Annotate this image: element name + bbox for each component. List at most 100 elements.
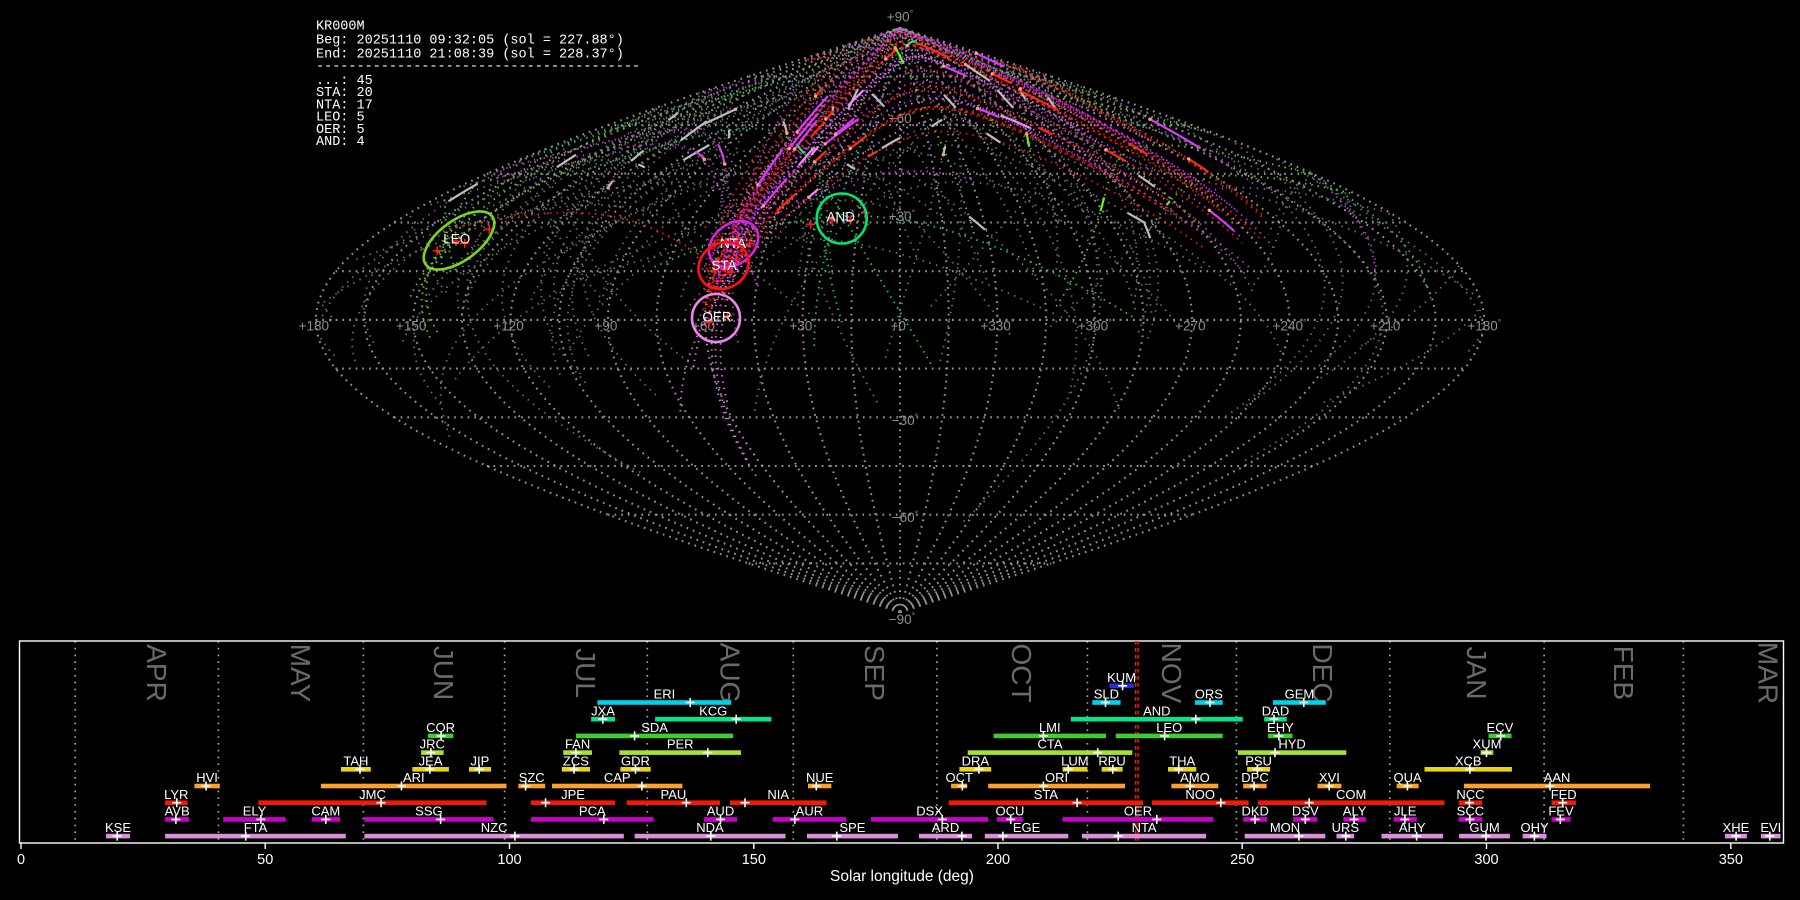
svg-text:+30°: +30°: [789, 318, 816, 334]
svg-text:RPU: RPU: [1098, 753, 1125, 768]
svg-text:ORS: ORS: [1195, 687, 1224, 702]
svg-text:+180°: +180°: [299, 318, 333, 334]
svg-text:GEM: GEM: [1285, 687, 1315, 702]
svg-text:0: 0: [17, 852, 25, 868]
svg-text:+330°: +330°: [980, 318, 1014, 334]
svg-text:JAN: JAN: [1461, 647, 1492, 700]
svg-text:CAM: CAM: [311, 804, 340, 819]
svg-text:OCU: OCU: [996, 804, 1025, 819]
svg-text:PCA: PCA: [579, 804, 606, 819]
svg-text:KUM: KUM: [1107, 670, 1136, 685]
svg-text:APR: APR: [141, 644, 172, 702]
svg-text:COR: COR: [426, 720, 455, 735]
svg-text:SLD: SLD: [1094, 687, 1119, 702]
svg-text:−60°: −60°: [892, 509, 919, 525]
svg-text:DAD: DAD: [1262, 703, 1289, 718]
svg-text:NDA: NDA: [696, 820, 724, 835]
svg-text:ORI: ORI: [1045, 770, 1068, 785]
svg-text:ELY: ELY: [243, 804, 267, 819]
svg-text:ECV: ECV: [1487, 720, 1514, 735]
svg-text:EVI: EVI: [1760, 820, 1781, 835]
svg-text:STA: STA: [1034, 787, 1059, 802]
svg-text:+240°: +240°: [1273, 318, 1307, 334]
svg-text:AUR: AUR: [796, 804, 823, 819]
svg-text:NUE: NUE: [806, 770, 834, 785]
svg-text:JPE: JPE: [561, 787, 585, 802]
svg-text:300: 300: [1474, 852, 1498, 868]
svg-text:OER: OER: [1124, 804, 1152, 819]
svg-text:+90°: +90°: [595, 318, 622, 334]
svg-text:KCG: KCG: [699, 703, 727, 718]
svg-text:DSX: DSX: [916, 804, 943, 819]
svg-text:AND: AND: [1143, 703, 1170, 718]
svg-text:OCT: OCT: [945, 770, 973, 785]
svg-text:PSU: PSU: [1245, 753, 1272, 768]
svg-text:CAP: CAP: [604, 770, 631, 785]
svg-text:JRC: JRC: [420, 737, 445, 752]
svg-text:+210°: +210°: [1370, 318, 1404, 334]
svg-text:EHY: EHY: [1267, 720, 1294, 735]
svg-text:URS: URS: [1332, 820, 1360, 835]
svg-text:XVI: XVI: [1319, 770, 1340, 785]
svg-text:EGE: EGE: [1013, 820, 1041, 835]
svg-text:GDR: GDR: [621, 753, 650, 768]
svg-text:SZC: SZC: [519, 770, 545, 785]
svg-text:50: 50: [257, 852, 273, 868]
svg-text:MAR: MAR: [1753, 642, 1784, 704]
svg-text:JMC: JMC: [359, 787, 386, 802]
svg-text:100: 100: [497, 852, 521, 868]
svg-text:XHE: XHE: [1723, 820, 1750, 835]
svg-text:150: 150: [742, 852, 766, 868]
svg-text:QUA: QUA: [1394, 770, 1423, 785]
svg-text:JXA: JXA: [591, 703, 615, 718]
svg-text:PER: PER: [667, 737, 694, 752]
svg-text:+120°: +120°: [493, 318, 527, 334]
svg-text:NIA: NIA: [767, 787, 789, 802]
svg-text:AUD: AUD: [707, 804, 734, 819]
svg-text:CTA: CTA: [1037, 737, 1062, 752]
svg-text:NCC: NCC: [1456, 787, 1484, 802]
svg-text:LEO: LEO: [443, 232, 470, 247]
svg-text:OHY: OHY: [1521, 820, 1550, 835]
svg-text:SCC: SCC: [1457, 804, 1484, 819]
svg-text:OER: OER: [702, 310, 732, 325]
svg-text:GUM: GUM: [1469, 820, 1499, 835]
svg-text:+270°: +270°: [1175, 318, 1209, 334]
svg-text:AHY: AHY: [1399, 820, 1426, 835]
svg-text:ARI: ARI: [403, 770, 425, 785]
svg-text:COM: COM: [1336, 787, 1366, 802]
svg-text:350: 350: [1719, 852, 1743, 868]
svg-text:Beg: 20251110 09:32:05 (sol =: Beg: 20251110 09:32:05 (sol = 227.88°): [316, 34, 624, 49]
svg-text:ALY: ALY: [1343, 804, 1367, 819]
svg-text:KSE: KSE: [105, 820, 131, 835]
svg-text:AMO: AMO: [1180, 770, 1210, 785]
svg-text:LMI: LMI: [1039, 720, 1061, 735]
svg-text:NOO: NOO: [1185, 787, 1215, 802]
svg-text:DKD: DKD: [1241, 804, 1268, 819]
svg-text:SEP: SEP: [859, 645, 890, 701]
svg-text:XCB: XCB: [1455, 753, 1482, 768]
svg-text:Solar longitude (deg): Solar longitude (deg): [830, 868, 974, 885]
svg-text:−90°: −90°: [889, 611, 916, 627]
svg-text:JLE: JLE: [1394, 804, 1417, 819]
svg-text:FEV: FEV: [1548, 804, 1574, 819]
svg-text:ARD: ARD: [932, 820, 959, 835]
svg-text:+30°: +30°: [889, 208, 916, 224]
svg-text:SDA: SDA: [641, 720, 668, 735]
svg-text:NZC: NZC: [481, 820, 508, 835]
svg-text:JEA: JEA: [419, 753, 443, 768]
svg-text:AND: AND: [827, 209, 856, 224]
svg-text:MAY: MAY: [285, 644, 316, 703]
svg-text:FED: FED: [1551, 787, 1577, 802]
svg-text:FTA: FTA: [244, 820, 268, 835]
svg-text:200: 200: [986, 852, 1010, 868]
svg-text:ZCS: ZCS: [563, 753, 589, 768]
svg-text:+300°: +300°: [1078, 318, 1112, 334]
svg-text:JIP: JIP: [471, 753, 490, 768]
svg-text:AUG: AUG: [714, 643, 745, 704]
svg-text:LEO: LEO: [1156, 720, 1182, 735]
svg-text:JUL: JUL: [570, 648, 601, 698]
svg-text:TAH: TAH: [343, 753, 368, 768]
svg-text:+180°: +180°: [1467, 318, 1501, 334]
svg-text:SPE: SPE: [839, 820, 865, 835]
